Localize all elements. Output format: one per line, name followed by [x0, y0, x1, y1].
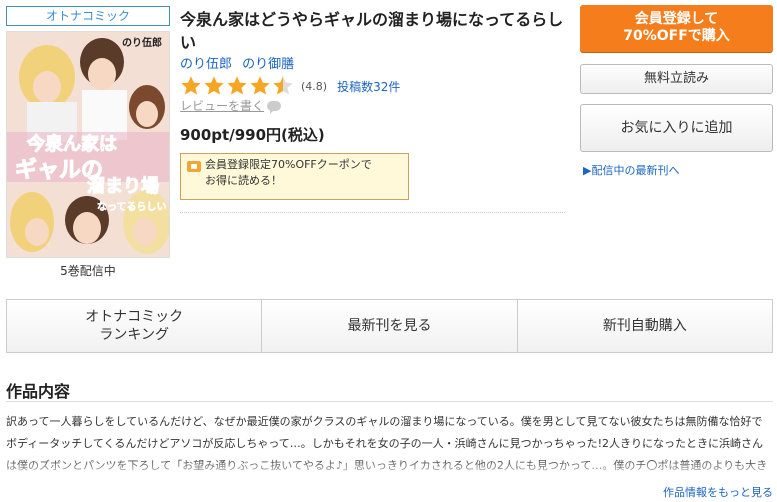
star-half-icon [272, 75, 294, 97]
rating-score: (4.8) [301, 79, 328, 93]
genre-tag[interactable]: オトナコミック [6, 6, 170, 26]
register-line-2: 70%OFFで購入 [623, 28, 730, 44]
review-count-link[interactable]: 投稿数32件 [337, 78, 400, 95]
speech-bubble-icon [267, 100, 282, 114]
svg-text:今泉ん家は: 今泉ん家は [27, 133, 117, 155]
register-line-1: 会員登録して [634, 11, 719, 27]
cover-image[interactable]: のり伍郎 今泉ん家は ギャルの 溜まり場 なってるらしい [6, 31, 170, 258]
star-icon [180, 75, 202, 97]
more-info-link[interactable]: 作品情報をもっと見る [663, 484, 773, 500]
star-icon [226, 75, 248, 97]
rating-stars [180, 75, 295, 97]
author-link-2[interactable]: のり御膳 [242, 57, 294, 72]
rating-row: (4.8) 投稿数32件 [180, 74, 400, 98]
author-link-1[interactable]: のり伍郎 [180, 57, 232, 72]
star-icon [203, 75, 225, 97]
section-title: 作品内容 [6, 382, 71, 401]
coupon-icon [187, 161, 201, 172]
register-purchase-button[interactable]: 会員登録して 70%OFFで購入 [580, 5, 773, 52]
add-favorite-button[interactable]: お気に入りに追加 [580, 104, 773, 152]
section-divider [6, 401, 773, 402]
tab-ranking[interactable]: オトナコミック ランキング [7, 300, 261, 352]
price: 900pt/990円(税込) [180, 126, 325, 144]
coupon-line-1: 会員登録限定70%OFFクーポンで [205, 158, 372, 171]
free-sample-button[interactable]: 無料立読み [580, 64, 773, 94]
write-review-label: レビューを書く [180, 99, 265, 113]
divider [180, 212, 565, 213]
description-fade [6, 458, 773, 480]
coupon-banner[interactable]: 会員登録限定70%OFFクーポンで お得に読める！ [180, 153, 409, 200]
coupon-line-2: お得に読める！ [205, 174, 282, 187]
tab-latest-volume[interactable]: 最新刊を見る [261, 300, 516, 352]
svg-text:溜まり場: 溜まり場 [87, 175, 159, 197]
svg-text:なってるらしい: なってるらしい [97, 201, 167, 213]
volume-count: 5巻配信中 [60, 264, 116, 278]
svg-text:のり伍郎: のり伍郎 [122, 36, 162, 49]
author-list: のり伍郎 のり御膳 [180, 53, 300, 72]
tab-auto-purchase[interactable]: 新刊自動購入 [516, 300, 772, 352]
latest-volume-link[interactable]: ▶配信中の最新刊へ [583, 162, 679, 178]
write-review-link[interactable]: レビューを書く [180, 97, 282, 114]
star-icon [249, 75, 271, 97]
page-title: 今泉ん家はどうやらギャルの溜まり場になってるらしい [180, 10, 564, 52]
tab-bar: オトナコミック ランキング 最新刊を見る 新刊自動購入 [6, 299, 773, 353]
